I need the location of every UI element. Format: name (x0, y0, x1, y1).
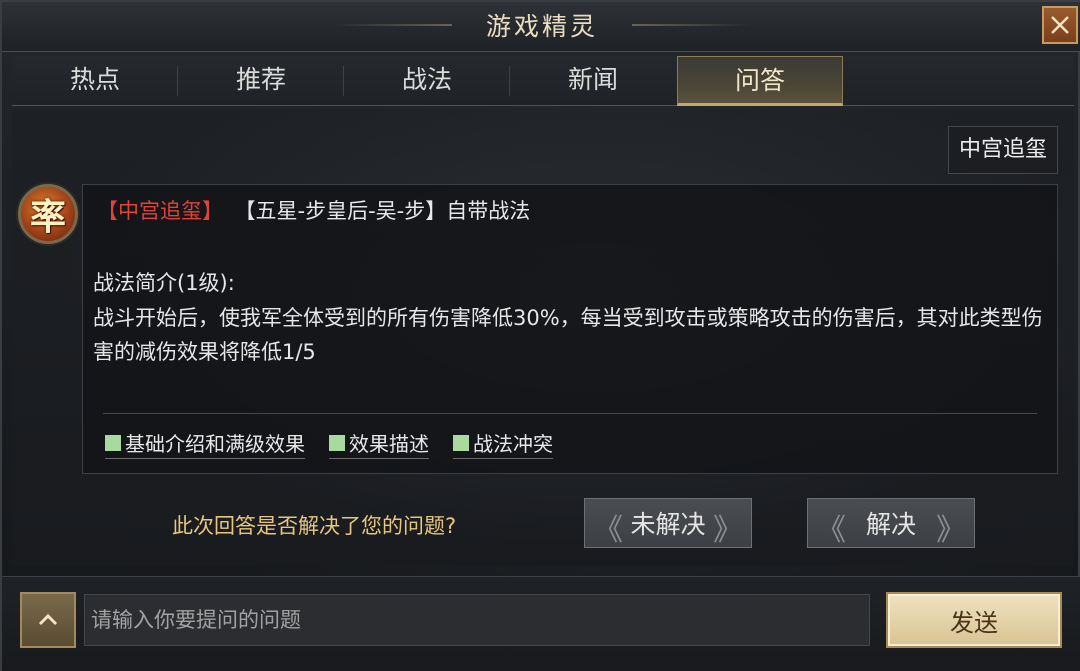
link-tactic-conflict[interactable]: 战法冲突 (453, 429, 553, 459)
tab-recommend[interactable]: 推荐 (178, 56, 344, 106)
ornament-left-icon: 《 (593, 513, 623, 548)
square-bullet-icon (105, 434, 121, 451)
send-button[interactable]: 发送 (886, 592, 1062, 648)
tab-label: 热点 (69, 65, 120, 94)
ornament-left-icon: 《 (816, 513, 846, 548)
tab-label: 推荐 (235, 65, 286, 94)
expand-button[interactable] (20, 592, 76, 648)
tab-label: 战法 (401, 65, 452, 94)
skill-source: 【五星-步皇后-吴-步】自带战法 (245, 199, 531, 223)
question-input[interactable] (84, 594, 870, 646)
link-effect-description[interactable]: 效果描述 (329, 429, 429, 459)
answer-card: 【中宫追玺】 【五星-步皇后-吴-步】自带战法 战法简介(1级): 战斗开始后，使… (82, 184, 1058, 474)
tab-label: 新闻 (567, 65, 618, 94)
skill-name: 【中宫追玺】 (97, 199, 223, 223)
close-icon (1051, 16, 1069, 34)
solved-button[interactable]: 《 解决 》 (807, 498, 975, 548)
divider (103, 413, 1037, 414)
commander-badge-icon: 率 (29, 196, 66, 238)
button-label: 未解决 (630, 510, 706, 539)
title-bar: 游戏精灵 (2, 2, 1080, 52)
close-button[interactable] (1042, 6, 1078, 44)
game-assistant-window: 游戏精灵 热点 推荐 战法 新闻 问答 中宫追玺 率 【中宫追玺】 【五星-步皇… (0, 0, 1080, 671)
tab-qa[interactable]: 问答 (677, 56, 843, 106)
feedback-question: 此次回答是否解决了您的问题? (172, 514, 457, 538)
ornament-right-icon: 》 (936, 513, 966, 548)
tab-bar: 热点 推荐 战法 新闻 问答 (12, 56, 1074, 106)
link-basic-intro[interactable]: 基础介绍和满级效果 (105, 429, 305, 459)
tab-label: 问答 (734, 66, 785, 95)
related-links: 基础介绍和满级效果 效果描述 战法冲突 (105, 429, 577, 459)
link-label: 基础介绍和满级效果 (125, 432, 305, 456)
tab-hot[interactable]: 热点 (12, 56, 178, 106)
ornament-right-icon: 》 (713, 513, 743, 548)
window-title: 游戏精灵 (485, 12, 598, 41)
tab-news[interactable]: 新闻 (510, 56, 676, 106)
skill-query-tag[interactable]: 中宫追玺 (948, 126, 1058, 174)
link-label: 战法冲突 (473, 432, 553, 456)
button-label: 解决 (865, 510, 916, 539)
square-bullet-icon (329, 434, 345, 451)
chevron-up-icon (38, 613, 58, 626)
tab-tactics[interactable]: 战法 (344, 56, 510, 106)
unsolved-button[interactable]: 《 未解决 》 (584, 498, 752, 548)
button-label: 发送 (950, 608, 998, 637)
square-bullet-icon (453, 434, 469, 451)
link-label: 效果描述 (349, 432, 429, 456)
answer-heading: 【中宫追玺】 【五星-步皇后-吴-步】自带战法 (97, 195, 530, 225)
description-title: 战法简介(1级): (93, 271, 235, 295)
assistant-avatar: 率 (18, 184, 78, 244)
description-body: 战斗开始后，使我军全体受到的所有伤害降低30%，每当受到攻击或策略攻击的伤害后，… (93, 306, 1043, 364)
